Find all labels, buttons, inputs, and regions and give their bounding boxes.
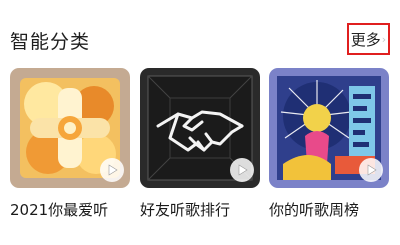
chevron-right-icon: › [381,32,387,46]
play-icon [367,164,377,176]
playlist-card-2021-favorites[interactable] [10,68,130,188]
play-icon [238,164,248,176]
playlist-caption[interactable]: 你的听歌周榜 [269,199,359,220]
playlist-card-friends-ranking[interactable] [140,68,260,188]
play-icon [108,164,118,176]
playlist-card-weekly-chart[interactable] [269,68,389,188]
more-label: 更多 [350,30,381,49]
play-button[interactable] [100,158,124,182]
more-button[interactable]: 更多 › [347,23,390,55]
section-title: 智能分类 [10,31,91,53]
playlist-caption[interactable]: 2021你最爱听 [10,199,108,220]
play-button[interactable] [230,158,254,182]
play-button[interactable] [359,158,383,182]
playlist-caption[interactable]: 好友听歌排行 [140,199,230,220]
